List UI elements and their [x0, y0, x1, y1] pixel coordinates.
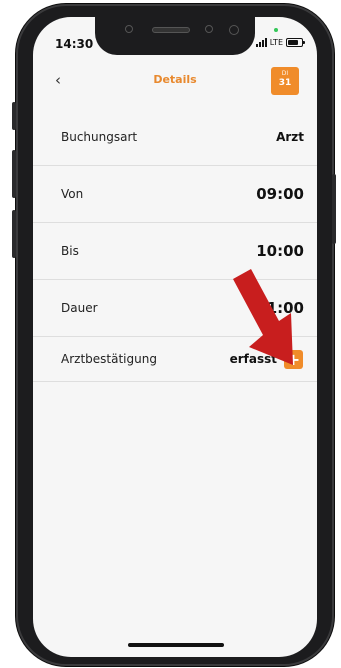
- network-label: LTE: [269, 38, 283, 47]
- detail-row-von: Von 09:00: [33, 166, 317, 223]
- detail-value: 10:00: [256, 242, 304, 260]
- detail-row-buchungsart: Buchungsart Arzt: [33, 109, 317, 166]
- detail-value: 09:00: [256, 185, 304, 203]
- date-weekday: DI: [281, 70, 289, 77]
- phone-screen: 14:30 LTE ‹ Details DI 31 Buchungsart Ar…: [33, 17, 317, 657]
- home-indicator[interactable]: [128, 643, 224, 647]
- volume-up-button: [12, 150, 16, 198]
- detail-value: Arzt: [276, 130, 304, 144]
- detail-label: Dauer: [61, 301, 98, 315]
- battery-icon: [286, 38, 305, 47]
- date-badge[interactable]: DI 31: [271, 67, 299, 95]
- detail-label: Arztbestätigung: [61, 352, 157, 366]
- status-icons: LTE: [255, 38, 305, 47]
- nav-header: ‹ Details DI 31: [33, 65, 317, 99]
- detail-label: Bis: [61, 244, 79, 258]
- pointer-arrow-icon: [233, 269, 293, 365]
- signal-icon: [255, 38, 267, 47]
- notch: [95, 17, 255, 55]
- side-button: [12, 102, 16, 130]
- detail-label: Buchungsart: [61, 130, 138, 144]
- date-day: 31: [278, 78, 292, 88]
- detail-label: Von: [61, 187, 84, 201]
- status-time: 14:30: [55, 37, 94, 51]
- camera-indicator-icon: [274, 28, 278, 32]
- volume-down-button: [12, 210, 16, 258]
- power-button: [332, 174, 336, 244]
